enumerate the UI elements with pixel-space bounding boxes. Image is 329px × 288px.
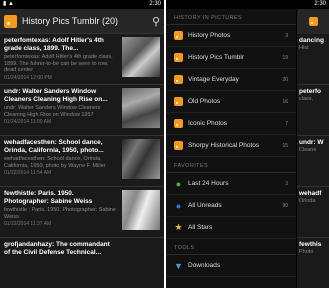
navigation-drawer: HISTORY IN PICTURES History Photos 3 His…	[166, 9, 296, 288]
unread-count: 20	[282, 76, 288, 83]
download-icon: ▼	[174, 260, 183, 271]
list-item[interactable]: grofjandanhazy: The commandant of the Ci…	[0, 238, 164, 288]
item-title: undr: Walter Sanders Window Cleaners Cle…	[4, 88, 108, 103]
list-item[interactable]: peterfomtexas: Adolf Hitler's 4th grade …	[0, 34, 164, 85]
rss-icon	[174, 53, 183, 62]
list-item: peterfo class,	[297, 85, 329, 136]
item-date: 01/22/2014 11:37 AM	[4, 221, 52, 227]
item-summary: fewthistle : Paris. 1950. Photographer: …	[4, 207, 116, 220]
drawer-screen: 2:30 HISTORY IN PICTURES History Photos …	[166, 0, 329, 288]
section-header: TOOLS	[166, 239, 296, 255]
list-item: dancing Hist	[297, 34, 329, 85]
unreads-icon: ●	[175, 200, 182, 211]
drawer-item-old-photos[interactable]: Old Photos 16	[166, 91, 296, 113]
item-thumbnail	[122, 139, 160, 179]
drawer-item-iconic-photos[interactable]: Iconic Photos 7	[166, 113, 296, 135]
unread-count: 15	[282, 142, 288, 149]
unread-count: 3	[285, 32, 288, 39]
drawer-item-shorpy[interactable]: Shorpy Historical Photos 15	[166, 135, 296, 157]
item-title: wehadfacesthen: School dance, Orinda, Ca…	[4, 139, 104, 154]
list-item: wehadf Orinda	[297, 187, 329, 238]
rss-icon	[174, 31, 183, 40]
drawer-item-all-stars[interactable]: ★ All Stars	[166, 217, 296, 239]
item-thumbnail	[122, 88, 160, 128]
item-date: 01/22/2014 11:54 AM	[4, 170, 52, 176]
unread-count: 16	[282, 98, 288, 105]
list-item[interactable]: wehadfacesthen: School dance, Orinda, Ca…	[0, 136, 164, 187]
star-icon: ★	[174, 222, 183, 232]
rss-icon	[174, 97, 183, 106]
item-thumbnail	[122, 190, 160, 230]
status-time: 2:30	[149, 1, 161, 7]
list-item: fewthis Photo	[297, 238, 329, 288]
drawer-item-all-unreads[interactable]: ● All Unreads 90	[166, 195, 296, 217]
item-summary: wehadfacesthen: School dance, Orinda, Ca…	[4, 156, 106, 169]
search-icon[interactable]: ⚲	[152, 15, 160, 28]
drawer-item-downloads[interactable]: ▼ Downloads	[166, 255, 296, 277]
status-icons: ▮ ▲	[3, 1, 14, 7]
status-bar: 2:30	[166, 0, 329, 9]
action-bar: History Pics Tumblr (20) ⚲	[0, 9, 164, 34]
list-item[interactable]: undr: Walter Sanders Window Cleaners Cle…	[0, 85, 164, 136]
item-date: 01/24/2014 11:00 AM	[4, 119, 52, 125]
status-time: 2:30	[314, 1, 326, 7]
feed-screen: ▮ ▲ 2:30 History Pics Tumblr (20) ⚲ pete…	[0, 0, 164, 288]
unread-count: 7	[285, 120, 288, 127]
unread-count: 3	[285, 180, 288, 187]
feed-peek[interactable]: dancing Hist peterfo class, undr: W Clea…	[296, 9, 329, 288]
item-title: grofjandanhazy: The commandant of the Ci…	[4, 241, 110, 256]
rss-icon[interactable]	[4, 14, 17, 28]
item-summary: undr: Walter Sanders Window Cleaners Cle…	[4, 105, 101, 118]
rss-icon	[174, 119, 183, 128]
clock-icon: ●	[175, 178, 182, 189]
item-title: fewthistle: Paris. 1950. Photographer: S…	[4, 190, 93, 205]
drawer-item-last-24-hours[interactable]: ● Last 24 Hours 3	[166, 173, 296, 195]
status-bar: ▮ ▲ 2:30	[0, 0, 164, 9]
list-item: undr: W Cleane	[297, 136, 329, 187]
rss-icon	[174, 75, 183, 84]
feed-list: peterfomtexas: Adolf Hitler's 4th grade …	[0, 34, 164, 288]
rss-icon	[308, 17, 318, 26]
drawer-item-history-photos[interactable]: History Photos 3	[166, 25, 296, 47]
item-title: peterfomtexas: Adolf Hitler's 4th grade …	[4, 37, 104, 52]
item-date: 01/24/2014 12:00 PM	[4, 74, 52, 81]
item-summary: peterfomtexas: Adolf Hitler's 4th grade …	[4, 54, 113, 73]
rss-icon	[174, 141, 183, 150]
list-item[interactable]: fewthistle: Paris. 1950. Photographer: S…	[0, 187, 164, 238]
drawer-item-history-pics-tumblr[interactable]: History Pics Tumblr 19	[166, 47, 296, 69]
unread-count: 90	[282, 202, 288, 209]
drawer-item-vintage-everyday[interactable]: Vintage Everyday 20	[166, 69, 296, 91]
section-header: HISTORY IN PICTURES	[166, 9, 296, 25]
unread-count: 19	[282, 54, 288, 61]
item-thumbnail	[122, 37, 160, 77]
feed-title[interactable]: History Pics Tumblr (20)	[22, 16, 152, 26]
section-header: FAVORITES	[166, 157, 296, 173]
